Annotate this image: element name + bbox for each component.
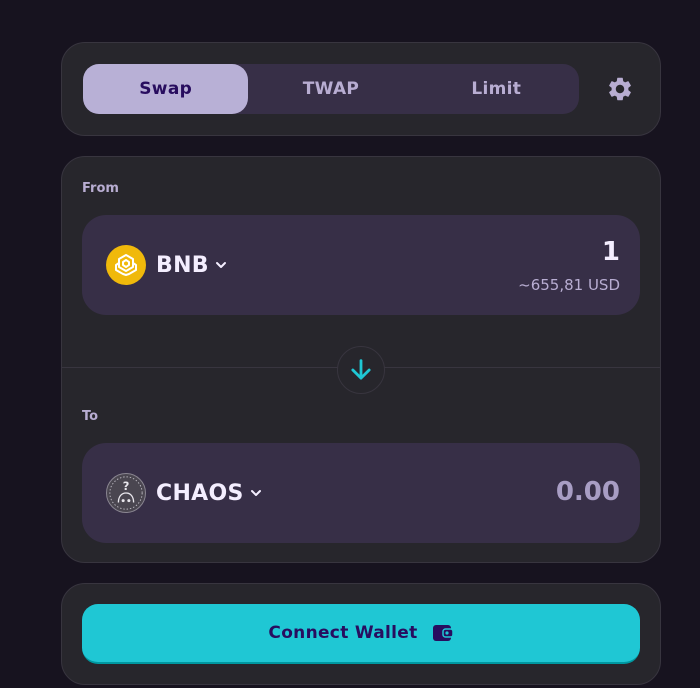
chevron-down-icon xyxy=(249,486,263,500)
to-token-select[interactable]: ? CHAOS xyxy=(106,473,263,513)
arrow-down-icon xyxy=(351,359,371,380)
unknown-token-icon: ? xyxy=(106,473,146,513)
from-token-select[interactable]: BNB xyxy=(106,245,228,285)
to-token-box[interactable]: ? CHAOS 0.00 xyxy=(82,443,640,543)
settings-button[interactable] xyxy=(606,75,634,103)
svg-text:?: ? xyxy=(123,479,130,493)
to-amount-input[interactable]: 0.00 xyxy=(556,477,620,507)
tab-swap[interactable]: Swap xyxy=(83,64,249,114)
connect-wallet-label: Connect Wallet xyxy=(268,623,418,643)
to-token-symbol: CHAOS xyxy=(156,480,244,506)
trade-mode-tabs: Swap TWAP Limit xyxy=(83,64,579,114)
from-amount-input[interactable]: 1 xyxy=(602,237,620,267)
switch-tokens-button[interactable] xyxy=(337,346,385,394)
connect-panel: Connect Wallet xyxy=(61,583,661,685)
swap-panel: From BNB 1 ~655,81 USD To ? CHAOS 0.00 xyxy=(61,156,661,563)
from-label: From xyxy=(82,181,119,196)
from-token-box[interactable]: BNB 1 ~655,81 USD xyxy=(82,215,640,315)
connect-wallet-button[interactable]: Connect Wallet xyxy=(82,604,640,664)
bnb-logo-icon xyxy=(106,245,146,285)
wallet-icon xyxy=(432,623,454,643)
gear-icon xyxy=(609,77,631,101)
chevron-down-icon xyxy=(214,258,228,272)
trade-mode-panel: Swap TWAP Limit xyxy=(61,42,661,136)
to-label: To xyxy=(82,409,99,424)
tab-twap[interactable]: TWAP xyxy=(248,64,413,114)
tab-limit[interactable]: Limit xyxy=(414,64,579,114)
from-usd-value: ~655,81 USD xyxy=(518,276,620,294)
from-token-symbol: BNB xyxy=(156,252,209,278)
